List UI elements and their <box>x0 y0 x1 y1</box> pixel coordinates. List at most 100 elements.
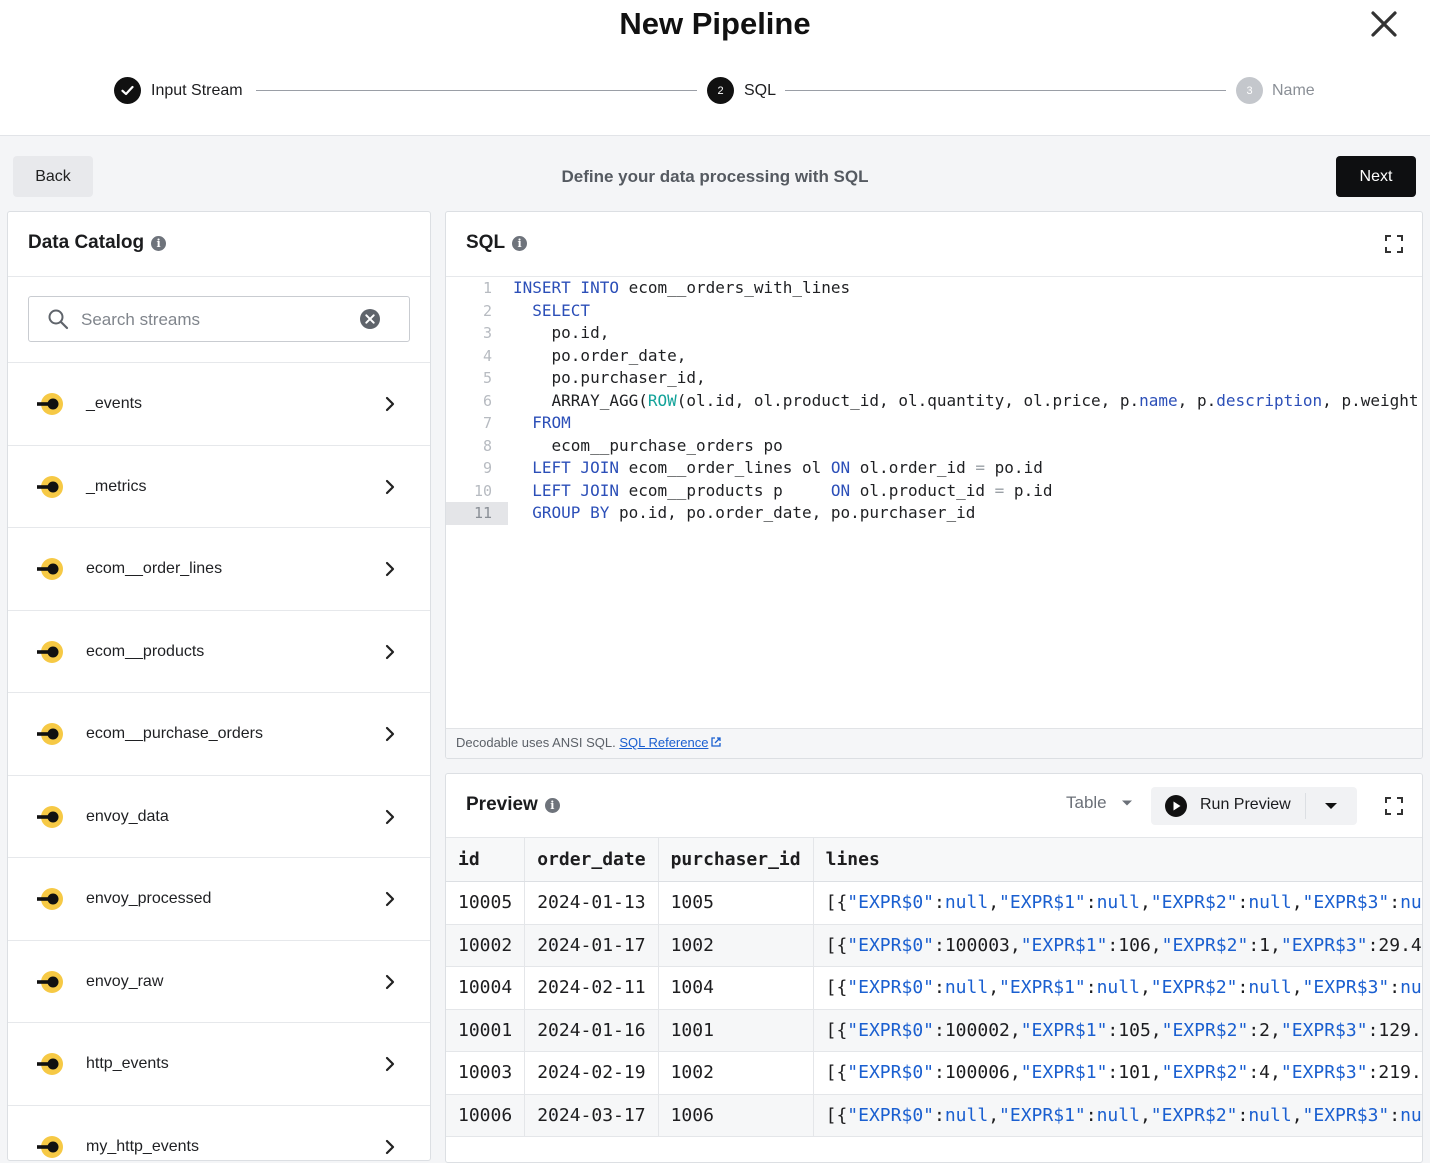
cell-id: 10006 <box>446 1094 526 1137</box>
code-line: 11 GROUP BY po.id, po.order_date, po.pur… <box>446 502 1422 525</box>
line-number: 4 <box>482 346 492 365</box>
preview-table: id order_date purchaser_id lines 10005 2024-… <box>446 837 1422 1137</box>
info-icon[interactable]: i <box>151 235 167 251</box>
play-icon <box>1165 795 1187 817</box>
table-row[interactable]: 10002 2024-01-17 1002 [{"EXPR$0":100003,"EX… <box>446 924 1422 967</box>
expand-icon[interactable] <box>1384 234 1404 254</box>
expand-icon[interactable] <box>1384 796 1404 816</box>
view-mode-select[interactable]: Table <box>1066 793 1133 813</box>
table-row[interactable]: 10005 2024-01-13 1005 [{"EXPR$0":null,"EXPR… <box>446 881 1422 925</box>
chevron-right-icon <box>385 644 395 659</box>
stream-item[interactable]: ecom__purchase_orders <box>8 693 430 776</box>
stream-item[interactable]: envoy_processed <box>8 858 430 941</box>
stream-item[interactable]: _events <box>8 363 430 446</box>
wizard-header: New Pipeline Input Stream 2 SQL 3 Name <box>0 0 1430 136</box>
stream-name: my_http_events <box>86 1137 199 1155</box>
step-connector <box>785 90 1226 91</box>
stream-icon <box>37 640 63 663</box>
stream-icon <box>37 723 63 745</box>
cell-lines: [{"EXPR$0":100002,"EXPR$1":105,"EXPR$2":… <box>813 1009 1422 1052</box>
step-2-number: 2 <box>707 77 734 104</box>
stream-name: envoy_data <box>86 807 169 825</box>
stream-item[interactable]: http_events <box>8 1023 430 1106</box>
table-row[interactable]: 10001 2024-01-16 1001 [{"EXPR$0":100002,"EX… <box>446 1009 1422 1052</box>
stream-name: ecom__purchase_orders <box>86 725 263 742</box>
stream-name: ecom__products <box>86 642 205 660</box>
info-icon[interactable]: i <box>544 797 560 813</box>
divider <box>8 276 430 277</box>
line-number: 10 <box>473 481 492 500</box>
column-header[interactable]: lines <box>813 837 1422 882</box>
table-row[interactable]: 10004 2024-02-11 1004 [{"EXPR$0":null,"EXPR… <box>446 966 1422 1010</box>
cell-order-date: 2024-01-17 <box>524 924 659 967</box>
column-header[interactable]: id <box>446 837 526 882</box>
run-preview-group: Run Preview <box>1151 787 1357 825</box>
run-preview-button[interactable]: Run Preview <box>1151 787 1305 825</box>
code-text: LEFT JOIN ecom__products p ON ol.product… <box>532 480 1053 500</box>
sql-code-editor[interactable]: 1 INSERT INTO ecom__orders_with_lines 2 SE… <box>446 277 1422 729</box>
cell-id: 10004 <box>446 966 526 1010</box>
column-header[interactable]: order_date <box>524 837 659 882</box>
code-text: FROM <box>532 413 571 432</box>
stream-name: http_events <box>86 1055 169 1072</box>
stream-icon <box>37 970 63 993</box>
stream-name: _metrics <box>86 477 147 495</box>
cell-lines: [{"EXPR$0":null,"EXPR$1":null,"EXPR$2":n… <box>813 966 1422 1010</box>
page-title: New Pipeline <box>619 6 811 41</box>
sql-title: SQL <box>466 232 506 253</box>
cell-purchaser-id: 1004 <box>658 966 814 1010</box>
sql-reference-link-label: SQL Reference <box>619 735 709 750</box>
code-text: po.id, <box>513 323 610 342</box>
sql-footer-text: Decodable uses ANSI SQL. <box>456 735 616 750</box>
code-text: po.order_date, <box>513 345 687 365</box>
caret-down-icon <box>1121 800 1132 806</box>
external-link-icon <box>711 737 722 747</box>
cell-order-date: 2024-03-17 <box>524 1094 659 1137</box>
stream-item[interactable]: ecom__products <box>8 611 430 693</box>
code-text: INSERT INTO ecom__orders_with_lines <box>513 278 851 297</box>
stepper: Input Stream 2 SQL 3 Name <box>114 77 1324 105</box>
chevron-right-icon <box>385 1056 395 1072</box>
close-icon[interactable] <box>1366 6 1402 42</box>
check-icon <box>114 77 141 104</box>
cell-id: 10001 <box>446 1009 526 1052</box>
chevron-right-icon <box>385 1139 395 1154</box>
stream-icon <box>37 558 63 580</box>
stream-item[interactable]: _metrics <box>8 446 430 528</box>
catalog-title: Data Catalog <box>28 232 145 253</box>
run-options-caret-icon[interactable] <box>1306 787 1357 825</box>
stream-icon <box>37 393 63 415</box>
search-input[interactable] <box>81 307 351 333</box>
next-button[interactable]: Next <box>1336 156 1416 197</box>
line-number: 11 <box>446 502 508 525</box>
stream-icon <box>37 475 63 498</box>
stream-item[interactable]: envoy_raw <box>8 941 430 1023</box>
stream-item[interactable]: envoy_data <box>8 776 430 858</box>
clear-search-icon[interactable] <box>359 308 381 330</box>
table-row[interactable]: 10006 2024-03-17 1006 [{"EXPR$0":null,"EXPR… <box>446 1094 1422 1137</box>
cell-lines: [{"EXPR$0":100003,"EXPR$1":106,"EXPR$2":… <box>813 924 1422 967</box>
stream-item[interactable]: ecom__order_lines <box>8 528 430 611</box>
page-subtitle: Define your data processing with SQL <box>561 167 869 186</box>
cell-order-date: 2024-01-13 <box>524 881 659 925</box>
cell-purchaser-id: 1006 <box>658 1094 814 1137</box>
sql-reference-link[interactable]: SQL Reference <box>619 735 722 750</box>
code-line: 2 SELECT <box>446 300 1422 323</box>
stream-item[interactable]: my_http_events <box>8 1106 430 1161</box>
code-line: 3 po.id, <box>446 322 1422 345</box>
step-3-label: Name <box>1272 82 1315 99</box>
code-line: 10 LEFT JOIN ecom__products p ON ol.prod… <box>446 480 1422 503</box>
column-header[interactable]: purchaser_id <box>658 837 814 882</box>
chevron-right-icon <box>385 561 395 577</box>
chevron-right-icon <box>385 891 395 907</box>
table-row[interactable]: 10003 2024-02-19 1002 [{"EXPR$0":100006,"EX… <box>446 1051 1422 1095</box>
cell-id: 10002 <box>446 924 526 967</box>
info-icon[interactable]: i <box>512 235 528 251</box>
cell-lines: [{"EXPR$0":null,"EXPR$1":null,"EXPR$2":n… <box>813 1094 1422 1137</box>
cell-id: 10003 <box>446 1051 526 1095</box>
cell-order-date: 2024-02-11 <box>524 966 659 1010</box>
sql-editor-panel: SQL i 1 INSERT INTO ecom__orders_with_lin… <box>445 211 1423 759</box>
stream-icon <box>37 805 63 828</box>
search-icon <box>48 309 69 330</box>
cell-lines: [{"EXPR$0":100006,"EXPR$1":101,"EXPR$2":… <box>813 1051 1422 1095</box>
